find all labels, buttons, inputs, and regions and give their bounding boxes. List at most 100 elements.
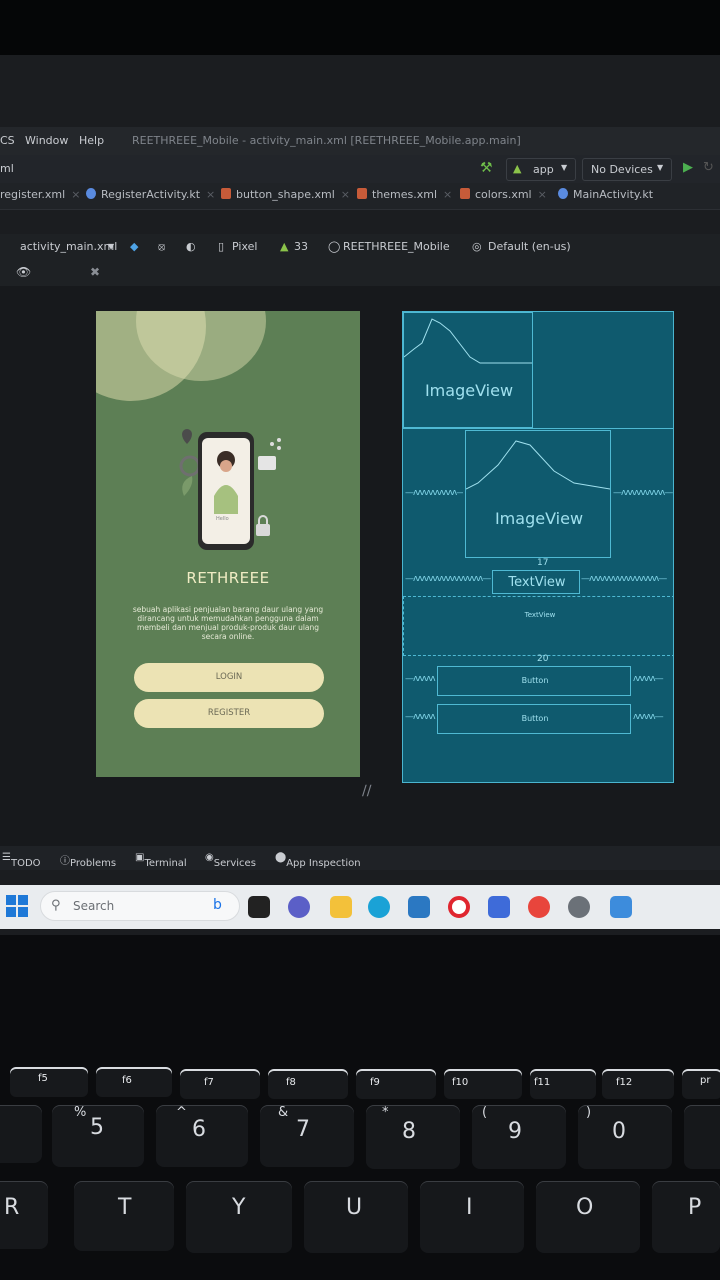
orientation-icon[interactable]: ⦻ [158, 240, 165, 254]
window-title: REETHREEE_Mobile - activity_main.xml [RE… [132, 134, 521, 147]
close-icon[interactable]: × [341, 188, 350, 201]
main-toolbar: ml ⚒ ▲ app ▼ No Devices ▼ ▶ ↻ [0, 155, 720, 183]
key-f8[interactable]: f8 [268, 1069, 348, 1099]
layout-preview: Hello RETHREEE sebuah aplikasi penjualan… [96, 311, 360, 777]
todo-tab[interactable]: ☰ TODO [2, 852, 41, 869]
blueprint-textview-description[interactable]: TextView [403, 596, 673, 656]
key-minus[interactable] [684, 1105, 720, 1169]
constraint-spring: —ʌʌʌʌʌʌʌʌʌʌʌʌʌʌʌʌ— [581, 574, 667, 584]
settings-gear-icon[interactable] [568, 896, 590, 918]
chrome-icon[interactable] [528, 896, 550, 918]
file-select[interactable]: activity_main.xml [20, 240, 117, 253]
key-prtsc[interactable]: pr [682, 1069, 720, 1099]
close-icon[interactable]: × [206, 188, 215, 201]
blueprint-textview-title[interactable]: TextView [492, 570, 580, 594]
key-r[interactable]: R [0, 1181, 48, 1249]
app-inspection-label: App Inspection [286, 858, 361, 869]
taskbar-search[interactable]: ⚲ Search b [40, 891, 240, 921]
key-u[interactable]: U [304, 1181, 408, 1253]
blueprint-imageview-top[interactable]: ImageView [403, 312, 533, 428]
menu-bar: CS Window Help REETHREEE_Mobile - activi… [0, 127, 720, 155]
store-icon[interactable] [408, 896, 430, 918]
close-icon[interactable]: × [71, 188, 80, 201]
design-toolbar: activity_main.xml ▼ ◆ ⦻ ◐ ▯ Pixel ▲ 33 ◯… [0, 234, 720, 260]
key-0[interactable]: ) 0 [578, 1105, 672, 1169]
device-select[interactable]: No Devices ▼ [582, 158, 672, 181]
bing-icon: b [213, 897, 222, 913]
tab-register-activity[interactable]: RegisterActivity.kt × [86, 188, 215, 201]
rerun-icon[interactable]: ↻ [703, 160, 714, 175]
windows-start-icon[interactable] [6, 895, 28, 917]
key-p[interactable]: P [652, 1181, 720, 1253]
file-explorer-icon[interactable] [330, 896, 352, 918]
key-8[interactable]: * 8 [366, 1105, 460, 1169]
magnet-icon[interactable]: ✖ [90, 265, 100, 279]
key-f10[interactable]: f10 [444, 1069, 522, 1099]
night-mode-icon[interactable]: ◐ [186, 240, 196, 253]
theme-select[interactable]: REETHREEE_Mobile [343, 240, 450, 253]
key-y[interactable]: Y [186, 1181, 292, 1253]
xml-file-icon [357, 188, 367, 199]
search-placeholder: Search [73, 899, 115, 913]
key-4[interactable] [0, 1105, 42, 1163]
chat-icon[interactable] [288, 896, 310, 918]
edge-icon[interactable] [368, 896, 390, 918]
run-config-select[interactable]: ▲ app ▼ [506, 158, 576, 181]
task-view-icon[interactable] [248, 896, 270, 918]
key-7[interactable]: & 7 [260, 1105, 354, 1167]
key-t[interactable]: T [74, 1181, 174, 1251]
key-f12[interactable]: f12 [602, 1069, 674, 1099]
blueprint-imageview-center[interactable]: ImageView [465, 430, 611, 558]
key-f11[interactable]: f11 [530, 1069, 596, 1099]
terminal-label: Terminal [144, 858, 187, 869]
app-icon[interactable] [488, 896, 510, 918]
key-f9[interactable]: f9 [356, 1069, 436, 1099]
key-i[interactable]: I [420, 1181, 524, 1253]
key-6[interactable]: ^ 6 [156, 1105, 248, 1167]
tab-label: colors.xml [475, 188, 532, 201]
run-icon[interactable]: ▶ [683, 160, 693, 175]
key-5[interactable]: % 5 [52, 1105, 144, 1167]
image-placeholder-icon [466, 440, 610, 490]
tab-themes[interactable]: themes.xml × [357, 188, 452, 201]
key-o[interactable]: O [536, 1181, 640, 1253]
locale-select[interactable]: Default (en-us) [488, 240, 571, 253]
eye-icon[interactable]: 👁 [16, 265, 31, 279]
services-label: Services [213, 858, 256, 869]
menu-window[interactable]: Window [25, 134, 68, 147]
key-f7[interactable]: f7 [180, 1069, 260, 1099]
tab-button-shape[interactable]: button_shape.xml × [221, 188, 350, 201]
problems-tab[interactable]: ⓘ Problems [60, 852, 116, 869]
blueprint-button-login[interactable]: Button [437, 666, 631, 696]
constraint-spring: —ʌʌʌʌʌ [405, 712, 436, 722]
hammer-icon[interactable]: ⚒ [480, 160, 493, 176]
kotlin-file-icon [558, 188, 568, 199]
tab-colors[interactable]: colors.xml × [460, 188, 547, 201]
terminal-tab[interactable]: ▣ Terminal [135, 852, 187, 869]
theme-icon: ◯ [328, 240, 341, 253]
close-icon[interactable]: × [538, 188, 547, 201]
login-button[interactable]: LOGIN [134, 663, 324, 692]
register-button[interactable]: REGISTER [134, 699, 324, 728]
services-tab[interactable]: ◉ Services [205, 852, 256, 869]
layers-icon[interactable]: ◆ [130, 240, 138, 253]
tab-main-activity[interactable]: MainActivity.kt [558, 188, 653, 201]
constraint-spring: —ʌʌʌʌʌʌʌʌʌʌ— [613, 488, 673, 498]
run-config-label: app [533, 163, 554, 176]
close-icon[interactable]: × [443, 188, 452, 201]
opera-icon[interactable] [448, 896, 470, 918]
tab-register-xml[interactable]: register.xml × [0, 188, 80, 201]
device-pixel-select[interactable]: Pixel [232, 240, 257, 253]
menu-help[interactable]: Help [79, 134, 104, 147]
blueprint-button-register[interactable]: Button [437, 704, 631, 734]
tab-label: register.xml [0, 188, 66, 201]
key-9[interactable]: (9 [472, 1105, 566, 1169]
resize-handle-icon[interactable]: ∕∕ [362, 783, 371, 799]
android-studio-icon[interactable] [610, 896, 632, 918]
api-level-select[interactable]: 33 [294, 240, 308, 253]
app-inspection-tab[interactable]: ⬤ App Inspection [275, 852, 361, 869]
device-label: No Devices [591, 163, 653, 176]
key-f6[interactable]: f6 [96, 1067, 172, 1097]
menu-vcs[interactable]: CS [0, 134, 15, 147]
key-f5[interactable]: f5 [10, 1067, 88, 1097]
